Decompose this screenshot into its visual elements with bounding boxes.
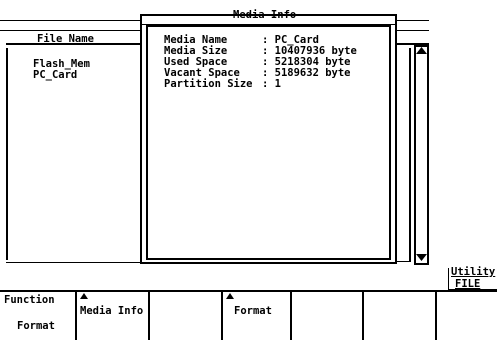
media-info-title: Media Info (233, 9, 297, 21)
utility-subtitle: FILE (455, 278, 481, 290)
function-label: Function (4, 294, 55, 306)
vacant-space-value: : 5189632 byte (262, 67, 351, 79)
media-name-label: Media Name (164, 34, 228, 46)
softkey-empty-4[interactable] (437, 292, 497, 340)
media-size-value: : 10407936 byte (262, 45, 357, 57)
utility-title: Utility (451, 266, 496, 278)
file-name-header: File Name (37, 33, 94, 45)
format-softkey-label: Format (234, 305, 272, 317)
file-item-flash-mem[interactable]: Flash_Mem (33, 59, 90, 70)
partition-size-label: Partition Size (164, 78, 253, 90)
file-list-bottom (6, 262, 140, 263)
used-space-label: Used Space (164, 56, 228, 68)
format-up-arrow-icon (226, 293, 234, 299)
scrollbar[interactable] (414, 45, 429, 265)
top-line-right (395, 20, 429, 21)
partition-size-value: : 1 (262, 78, 281, 90)
media-name-value: : PC_Card (262, 34, 319, 46)
softkey-empty-3[interactable] (364, 292, 437, 340)
vacant-space-label: Vacant Space (164, 67, 240, 79)
scroll-down-arrow-icon[interactable] (416, 254, 427, 262)
function-value: Format (17, 320, 55, 332)
top-line-left (0, 20, 140, 21)
used-space-value: : 5218304 byte (262, 56, 351, 68)
softkey-empty-1[interactable] (150, 292, 223, 340)
top-line-right2 (0, 30, 140, 31)
softkey-empty-2[interactable] (292, 292, 364, 340)
media-size-label: Media Size (164, 45, 228, 57)
file-list-right-inner (397, 48, 411, 262)
top-line-right3 (395, 30, 429, 31)
scroll-up-arrow-icon[interactable] (416, 47, 427, 55)
file-item-pc-card[interactable]: PC_Card (33, 70, 77, 81)
file-list-right-frame (397, 36, 429, 45)
media-info-up-arrow-icon (80, 293, 88, 299)
media-info-softkey-label: Media Info (80, 305, 144, 317)
